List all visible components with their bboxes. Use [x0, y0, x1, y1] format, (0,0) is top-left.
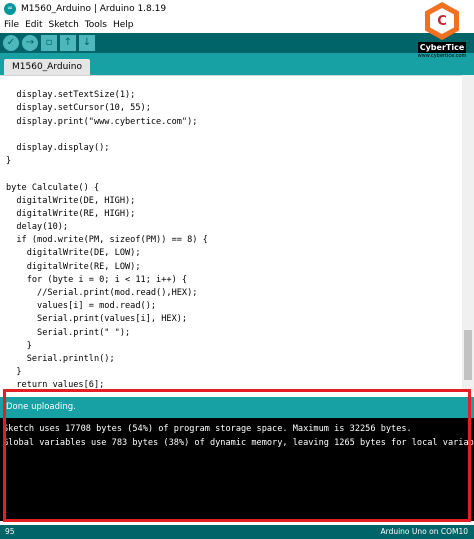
menu-file[interactable]: File	[4, 20, 19, 30]
code-line: byte Calculate() {	[6, 182, 100, 193]
check-icon: ✓	[6, 37, 16, 48]
code-line: digitalWrite(DE, LOW);	[6, 248, 141, 259]
board-info: Arduino Uno on COM10	[380, 527, 468, 536]
code-line: for (byte i = 0; i < 11; i++) {	[6, 274, 188, 285]
code-line: //Serial.print(mod.read(),HEX);	[6, 288, 198, 298]
arduino-icon: ∞	[4, 2, 16, 15]
line-number: 95	[5, 527, 15, 536]
open-button[interactable]: ↑	[60, 35, 76, 51]
footer-bar: 95 Arduino Uno on COM10	[0, 525, 474, 539]
menu-bar: File Edit Sketch Tools Help	[0, 17, 474, 33]
tab-m1560-arduino[interactable]: M1560_Arduino	[4, 59, 90, 75]
upload-button[interactable]: →	[22, 35, 38, 51]
title-bar: ∞ M1560_Arduino | Arduino 1.8.19	[0, 0, 474, 17]
arrow-up-icon: ↑	[63, 37, 73, 48]
toolbar: ✓ → ▫ ↑ ↓	[0, 33, 474, 53]
save-button[interactable]: ↓	[79, 35, 95, 51]
arrow-down-icon: ↓	[82, 37, 92, 48]
brand-url: www.cybertice.com	[417, 53, 467, 59]
cybertice-logo: C CyberTice www.cybertice.com	[416, 2, 468, 68]
menu-edit[interactable]: Edit	[25, 20, 42, 30]
new-file-icon: ▫	[45, 37, 53, 48]
hexagon-logo-icon: C	[425, 2, 459, 40]
code-line: digitalWrite(DE, HIGH);	[6, 195, 136, 206]
tab-bar: M1560_Arduino	[0, 53, 474, 75]
menu-sketch[interactable]: Sketch	[49, 20, 79, 30]
code-line: }	[6, 340, 32, 351]
code-line: values[i] = mod.read();	[6, 301, 157, 312]
code-line: display.setTextSize(1);	[6, 90, 136, 101]
brand-name: CyberTice	[417, 42, 467, 53]
code-line: Serial.print(values[i], HEX);	[6, 314, 188, 325]
logo-letter: C	[430, 8, 454, 34]
menu-help[interactable]: Help	[113, 20, 134, 30]
editor-scrollbar-thumb[interactable]	[464, 330, 472, 380]
code-line: digitalWrite(RE, HIGH);	[6, 208, 136, 219]
menu-tools[interactable]: Tools	[85, 20, 107, 30]
code-editor[interactable]: display.setTextSize(1); display.setCurso…	[0, 75, 474, 392]
code-line: Serial.print(" ");	[6, 327, 131, 338]
code-line: digitalWrite(RE, LOW);	[6, 261, 141, 272]
highlight-box	[3, 389, 471, 522]
code-line: }	[6, 156, 12, 167]
code-line: Serial.println();	[6, 353, 115, 364]
code-line: display.display();	[6, 142, 110, 153]
code-line: delay(10);	[6, 222, 69, 233]
code-line: if (mod.write(PM, sizeof(PM)) == 8) {	[6, 235, 208, 246]
code-line: }	[6, 367, 22, 378]
window-title: M1560_Arduino | Arduino 1.8.19	[21, 3, 167, 14]
arrow-right-icon: →	[25, 37, 35, 48]
new-button[interactable]: ▫	[41, 35, 57, 51]
verify-button[interactable]: ✓	[3, 35, 19, 51]
code-line: display.print("www.cybertice.com");	[6, 116, 198, 127]
code-line: display.setCursor(10, 55);	[6, 103, 151, 114]
